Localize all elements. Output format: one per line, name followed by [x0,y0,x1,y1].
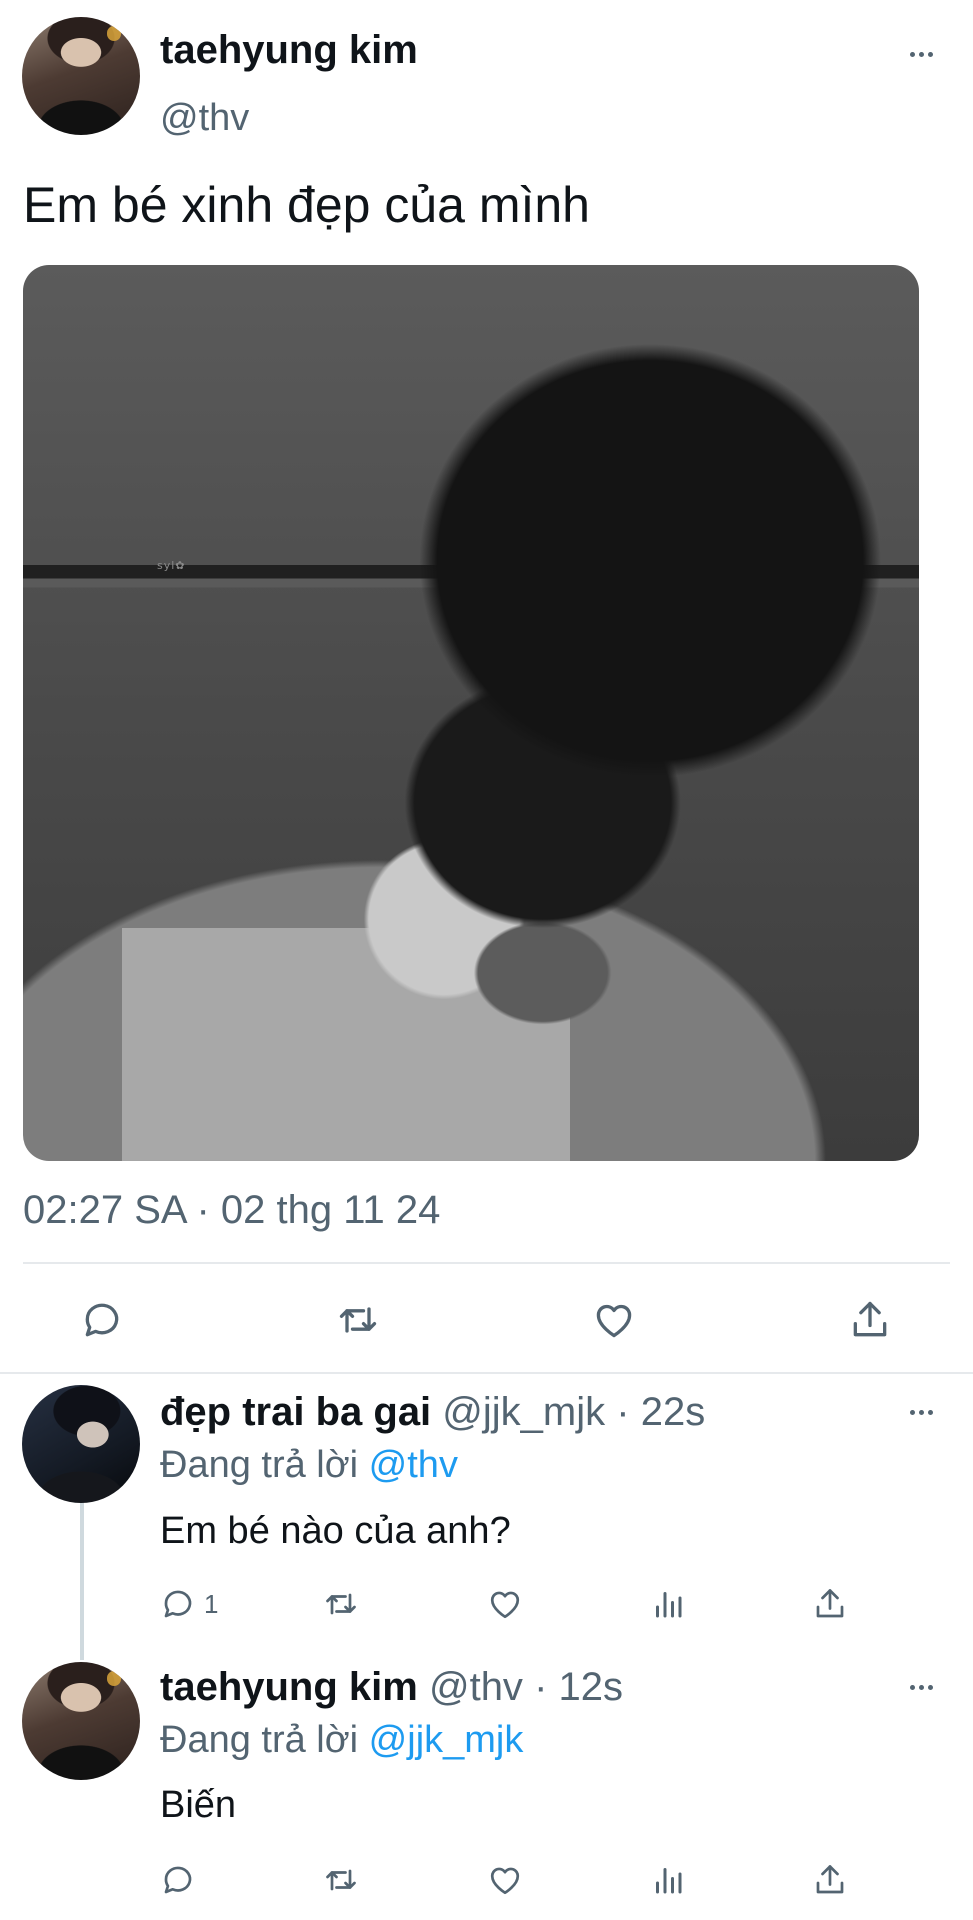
author-handle[interactable]: @thv [160,97,249,140]
replying-to-link[interactable]: @jjk_mjk [369,1719,524,1761]
heart-icon [596,1304,632,1338]
retweet-button[interactable] [316,1858,366,1902]
share-button[interactable] [805,1582,855,1626]
reply-separator: · [616,1390,630,1434]
thread-connector [80,1480,84,1660]
reply-text: Em bé nào của anh? [160,1510,511,1552]
image-watermark: syl✿ [157,559,186,572]
more-options-icon[interactable] [910,52,933,57]
share-icon [853,1301,887,1337]
reply-separator: · [534,1665,548,1709]
like-button[interactable] [480,1582,530,1626]
like-button[interactable] [584,1292,644,1348]
reply-avatar[interactable] [22,1385,140,1503]
reply-button[interactable] [72,1292,132,1348]
reply-time[interactable]: 22s [641,1390,706,1434]
views-button[interactable] [643,1582,693,1626]
reply-header: đẹp trai ba gai @jjk_mjk · 22s [160,1390,705,1435]
reply-text: Biến [160,1784,237,1826]
reply-icon [164,1590,192,1618]
reply-time[interactable]: 12s [559,1665,624,1709]
retweet-button[interactable] [328,1292,388,1348]
replying-to-label: Đang trả lời [160,1444,359,1486]
share-icon [816,1589,844,1618]
replying-to-link[interactable]: @thv [369,1444,458,1486]
author-avatar[interactable] [22,17,140,135]
author-name[interactable]: taehyung kim [160,28,418,73]
reply-button[interactable] [160,1858,196,1902]
retweet-icon [326,1869,356,1891]
tweet-timestamp[interactable]: 02:27 SA · 02 thg 11 24 [23,1188,440,1233]
replying-to: Đang trả lời @jjk_mjk [160,1719,523,1762]
share-button[interactable] [805,1858,855,1902]
divider [23,1262,950,1264]
replying-to-label: Đang trả lời [160,1719,359,1761]
retweet-icon [326,1593,356,1615]
retweet-button[interactable] [316,1582,366,1626]
reply-author-handle[interactable]: @jjk_mjk [442,1390,605,1434]
reply-author-name[interactable]: đẹp trai ba gai [160,1390,431,1434]
divider [0,1372,973,1374]
share-button[interactable] [840,1292,900,1348]
tweet-image[interactable]: syl✿ [23,265,919,1161]
tweet-text: Em bé xinh đẹp của mình [23,177,590,233]
reply-icon [164,1866,192,1894]
views-button[interactable] [643,1858,693,1902]
share-icon [816,1865,844,1894]
retweet-icon [339,1307,377,1333]
reply-avatar[interactable] [22,1662,140,1780]
more-options-icon[interactable] [910,1685,933,1690]
reply-icon [85,1303,119,1337]
analytics-icon [656,1868,682,1894]
reply-button[interactable]: 1 [160,1582,218,1626]
reply-author-handle[interactable]: @thv [429,1665,523,1709]
reply-count: 1 [204,1588,219,1619]
more-options-icon[interactable] [910,1410,933,1415]
replying-to: Đang trả lời @thv [160,1444,458,1487]
heart-icon [490,1591,520,1619]
like-button[interactable] [480,1858,530,1902]
heart-icon [490,1867,520,1895]
reply-header: taehyung kim @thv · 12s [160,1665,623,1710]
reply-author-name[interactable]: taehyung kim [160,1665,418,1709]
analytics-icon [656,1592,682,1618]
